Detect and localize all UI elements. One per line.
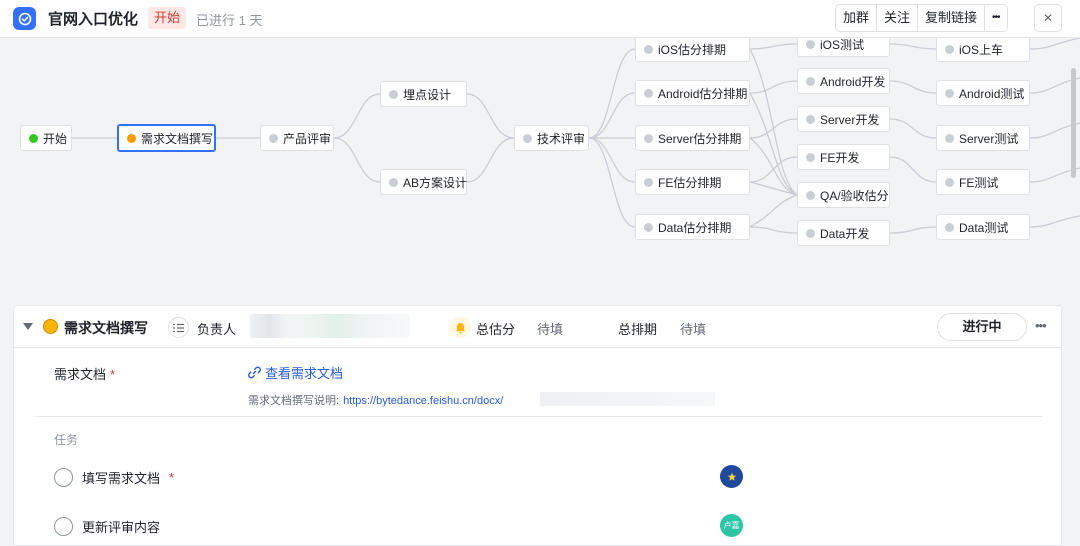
flow-node-ios-estimate[interactable]: iOS估分排期: [635, 38, 750, 62]
flow-node-server-estimate[interactable]: Server估分排期: [635, 125, 750, 151]
close-icon: ✕: [1042, 11, 1054, 25]
node-status-dot: [127, 133, 136, 143]
node-status-dot: [945, 222, 954, 232]
flow-node-fe-estimate[interactable]: FE估分排期: [635, 169, 750, 195]
avatar[interactable]: 卢嘉: [720, 514, 743, 537]
star-icon: [727, 472, 736, 481]
node-status-dot: [806, 228, 815, 238]
copy-link-button[interactable]: 复制链接: [918, 5, 986, 31]
avatar[interactable]: [720, 465, 743, 488]
node-status-dot: [644, 88, 653, 98]
page-title: 官网入口优化: [48, 11, 139, 28]
node-status-dot: [644, 44, 653, 54]
node-status-dot: [644, 133, 653, 143]
assignee-avatars-blurred[interactable]: [250, 314, 410, 338]
flow-node-data-test[interactable]: Data测试: [936, 214, 1030, 240]
stage-status-dot: [43, 319, 58, 334]
doc-field-label: 需求文档 *: [54, 367, 116, 382]
total-schedule-value[interactable]: 待填: [680, 319, 706, 338]
node-status-dot: [644, 222, 653, 232]
flow-node-ab-design[interactable]: AB方案设计: [380, 169, 467, 195]
app-icon: [13, 7, 36, 30]
flow-node-data-dev[interactable]: Data开发: [797, 220, 890, 246]
flow-node-tech-review[interactable]: 技术评审: [514, 125, 589, 151]
header-actions: 加群 关注 复制链接 •••: [835, 4, 1008, 32]
flow-node-android-dev[interactable]: Android开发: [797, 68, 890, 94]
flow-node-ios-test[interactable]: iOS测试: [797, 38, 890, 57]
node-status-dot: [806, 114, 815, 124]
stage-name: 需求文档撰写: [64, 320, 148, 336]
total-schedule-label: 总排期: [618, 322, 658, 337]
flow-node-android-test[interactable]: Android测试: [936, 80, 1030, 106]
flow-node-qa-estimate[interactable]: QA/验收估分: [797, 182, 890, 208]
flow-node-product-review[interactable]: 产品评审: [260, 125, 334, 151]
node-status-dot: [806, 39, 815, 49]
node-status-dot: [389, 177, 398, 187]
flow-node-android-estimate[interactable]: Android估分排期: [635, 80, 750, 106]
total-estimate-value[interactable]: 待填: [537, 319, 563, 338]
close-button[interactable]: ✕: [1034, 4, 1062, 32]
flow-node-ios-release[interactable]: iOS上车: [936, 38, 1030, 62]
doc-description: 需求文档撰写说明: https://bytedance.feishu.cn/doc…: [248, 395, 504, 407]
node-status-dot: [945, 88, 954, 98]
more-icon[interactable]: •••: [1035, 318, 1047, 333]
node-status-dot: [945, 44, 954, 54]
node-status-dot: [806, 190, 815, 200]
bell-icon: [450, 317, 471, 338]
task-title[interactable]: 更新评审内容: [82, 517, 160, 536]
stage-detail-panel: 需求文档撰写 负责人 总估分 待填 总排期 待填 进行中 ••• 需求文档 * 查…: [13, 305, 1062, 546]
divider: [36, 416, 1042, 417]
node-status-dot: [806, 76, 815, 86]
node-status-dot: [644, 177, 653, 187]
flow-canvas[interactable]: 开始 需求文档撰写 产品评审 埋点设计 AB方案设计 技术评审 iOS估分排期 …: [0, 38, 1080, 298]
required-mark: *: [169, 469, 175, 485]
node-status-dot: [945, 177, 954, 187]
top-bar: 官网入口优化 开始 已进行 1 天 加群 关注 复制链接 ••• ✕: [0, 0, 1080, 38]
node-status-dot: [29, 133, 38, 143]
list-icon[interactable]: [168, 317, 189, 338]
node-status-dot: [523, 133, 532, 143]
doc-url-link[interactable]: https://bytedance.feishu.cn/docx/: [343, 395, 503, 407]
flow-node-data-estimate[interactable]: Data估分排期: [635, 214, 750, 240]
flow-node-server-test[interactable]: Server测试: [936, 125, 1030, 151]
link-icon: [248, 366, 261, 379]
flow-edges: [72, 38, 1080, 234]
elapsed-time: 已进行 1 天: [196, 13, 263, 28]
total-estimate-label: 总估分: [476, 322, 516, 337]
url-blurred: [540, 392, 715, 406]
required-mark: *: [110, 367, 116, 382]
collapse-caret-icon[interactable]: [23, 323, 33, 330]
flow-node-req-doc[interactable]: 需求文档撰写: [117, 124, 216, 152]
flow-node-fe-test[interactable]: FE测试: [936, 169, 1030, 195]
flow-node-tracking-design[interactable]: 埋点设计: [380, 81, 467, 107]
flow-node-server-dev[interactable]: Server开发: [797, 106, 890, 132]
node-status-dot: [269, 133, 278, 143]
follow-button[interactable]: 关注: [877, 5, 919, 31]
more-icon[interactable]: •••: [985, 5, 1007, 31]
node-status-dot: [945, 133, 954, 143]
task-item: 填写需求文档 *: [54, 466, 174, 488]
task-title[interactable]: 填写需求文档: [82, 468, 160, 487]
canvas-scrollbar[interactable]: [1071, 68, 1076, 178]
stage-header: 需求文档撰写 负责人 总估分 待填 总排期 待填 进行中 •••: [14, 306, 1061, 348]
flow-node-start[interactable]: 开始: [20, 125, 72, 151]
tasks-section-label: 任务: [54, 433, 79, 447]
view-doc-link[interactable]: 查看需求文档: [248, 363, 343, 382]
join-group-button[interactable]: 加群: [836, 5, 878, 31]
node-status-dot: [389, 89, 398, 99]
task-checkbox[interactable]: [54, 467, 73, 487]
task-checkbox[interactable]: [54, 516, 73, 536]
status-button[interactable]: 进行中: [937, 313, 1027, 341]
node-status-dot: [806, 152, 815, 162]
task-item: 更新评审内容: [54, 515, 160, 537]
status-badge: 开始: [148, 7, 187, 29]
flow-node-fe-dev[interactable]: FE开发: [797, 144, 890, 170]
assignee-label: 负责人: [197, 322, 237, 337]
